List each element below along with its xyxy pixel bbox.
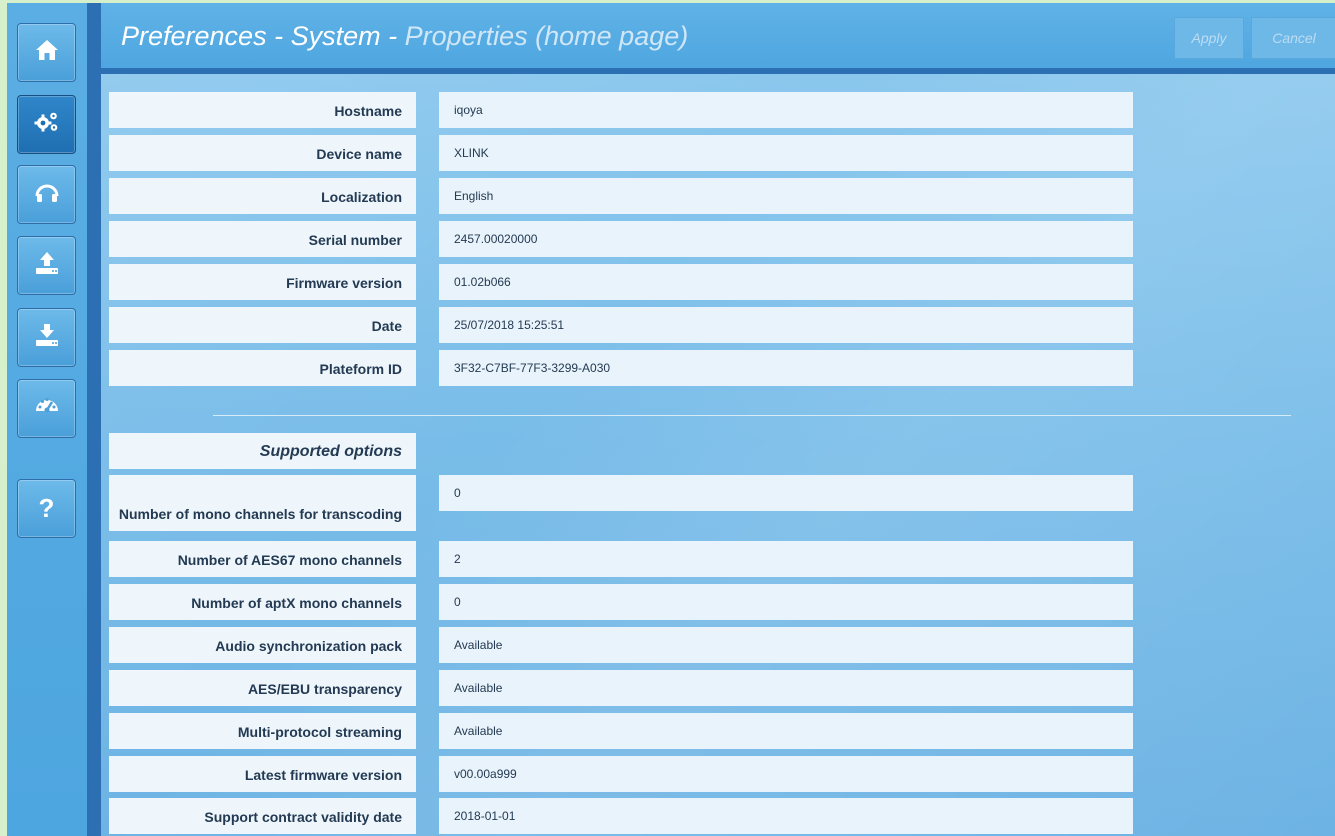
property-label: Firmware version — [109, 264, 416, 300]
property-label: Plateform ID — [109, 350, 416, 386]
option-value: Available — [439, 713, 1133, 749]
option-label: Number of AES67 mono channels — [109, 541, 416, 577]
serial-number-value: 2457.00020000 — [439, 221, 1133, 257]
home-icon — [34, 37, 60, 68]
upload-icon — [34, 250, 60, 281]
nav-help-button[interactable]: ? — [17, 479, 76, 538]
headphones-icon — [34, 179, 60, 210]
option-value: 2018-01-01 — [439, 798, 1133, 834]
property-label: Date — [109, 307, 416, 343]
apply-button[interactable]: Apply — [1174, 17, 1244, 59]
option-value: 2 — [439, 541, 1133, 577]
option-label: Multi-protocol streaming — [109, 713, 416, 749]
help-icon: ? — [38, 493, 55, 523]
main-panel: Preferences - System - Properties (home … — [101, 3, 1335, 836]
platform-id-value: 3F32-C7BF-77F3-3299-A030 — [439, 350, 1133, 386]
page-title-main: Preferences - System - — [121, 21, 405, 51]
property-label: Localization — [109, 178, 416, 214]
option-label: Number of mono channels for transcoding — [109, 475, 416, 531]
option-label: Support contract validity date — [109, 798, 416, 834]
gears-icon — [34, 109, 60, 140]
page-header: Preferences - System - Properties (home … — [101, 3, 1335, 74]
sidebar: ? — [7, 3, 87, 836]
page-title-sub: Properties (home page) — [404, 21, 689, 51]
sidebar-divider — [87, 3, 101, 836]
option-label: Number of aptX mono channels — [109, 584, 416, 620]
option-value: v00.00a999 — [439, 756, 1133, 792]
date-value: 25/07/2018 15:25:51 — [439, 307, 1133, 343]
nav-system-button[interactable] — [17, 95, 76, 154]
firmware-version-value: 01.02b066 — [439, 264, 1133, 300]
option-label: Latest firmware version — [109, 756, 416, 792]
option-value: Available — [439, 627, 1133, 663]
property-label: Serial number — [109, 221, 416, 257]
supported-options-heading: Supported options — [109, 433, 416, 469]
section-divider — [213, 415, 1291, 416]
hostname-value: iqoya — [439, 92, 1133, 128]
nav-monitoring-button[interactable] — [17, 379, 76, 438]
speedometer-icon — [34, 393, 60, 424]
nav-home-button[interactable] — [17, 23, 76, 82]
nav-audio-button[interactable] — [17, 165, 76, 224]
option-label: AES/EBU transparency — [109, 670, 416, 706]
property-label: Device name — [109, 135, 416, 171]
page-title: Preferences - System - Properties (home … — [121, 21, 688, 52]
option-value: Available — [439, 670, 1133, 706]
nav-download-button[interactable] — [17, 308, 76, 367]
nav-upload-button[interactable] — [17, 236, 76, 295]
app-frame: ? Preferences - System - Properties (hom… — [7, 3, 1335, 836]
option-label: Audio synchronization pack — [109, 627, 416, 663]
cancel-button[interactable]: Cancel — [1251, 17, 1335, 59]
option-value: 0 — [439, 475, 1133, 511]
option-value: 0 — [439, 584, 1133, 620]
property-label: Hostname — [109, 92, 416, 128]
device-name-value: XLINK — [439, 135, 1133, 171]
download-icon — [34, 322, 60, 353]
localization-value: English — [439, 178, 1133, 214]
